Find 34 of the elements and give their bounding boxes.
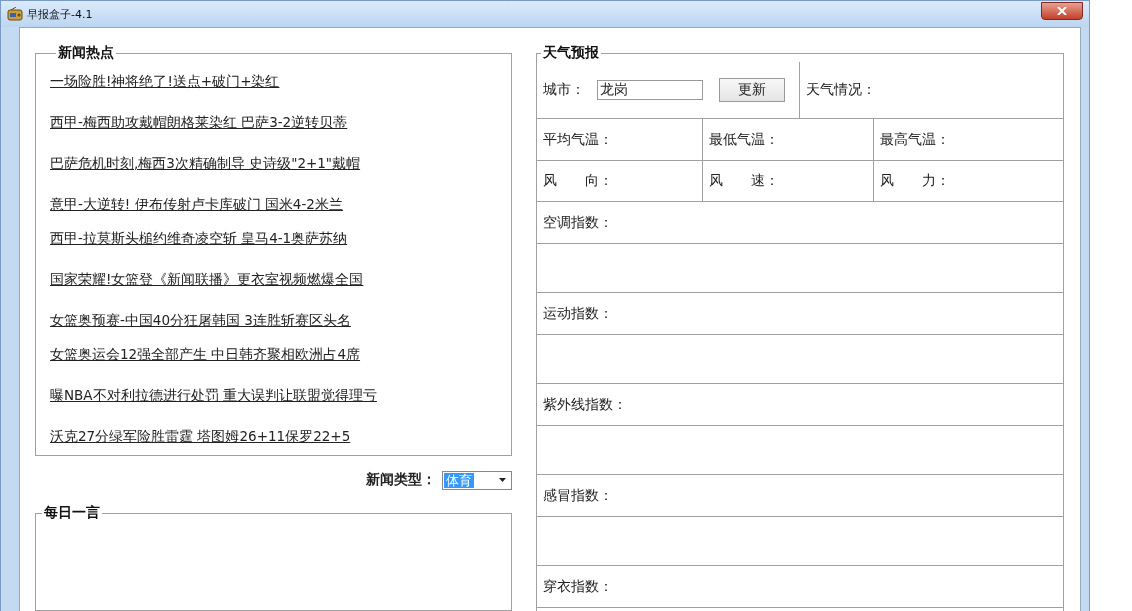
news-link[interactable]: 巴萨危机时刻,梅西3次精确制导 史诗级"2+1"戴帽 bbox=[50, 154, 361, 172]
weather-condition-label: 天气情况： bbox=[806, 81, 876, 99]
city-label: 城市： bbox=[543, 81, 585, 99]
window-title: 早报盒子-4.1 bbox=[27, 6, 93, 22]
news-type-label: 新闻类型： bbox=[366, 471, 436, 489]
news-link[interactable]: 一场险胜!神将绝了!送点+破门+染红 bbox=[50, 72, 280, 90]
news-link[interactable]: 女篮奥预赛-中国40分狂屠韩国 3连胜斩赛区头名 bbox=[50, 311, 351, 329]
dropdown-arrow-icon bbox=[499, 478, 506, 482]
temperature-label: 最低气温： bbox=[709, 130, 779, 149]
wind-label: 风 向： bbox=[543, 172, 613, 190]
group-title: 新闻热点 bbox=[57, 44, 115, 62]
wind-label: 风 速： bbox=[709, 172, 779, 190]
index-label: 紫外线指数： bbox=[543, 395, 627, 414]
news-link[interactable]: 女篮奥运会12强全部产生 中日韩齐聚相欧洲占4席 bbox=[50, 345, 361, 363]
news-link[interactable]: 意甲-大逆转! 伊布传射卢卡库破门 国米4-2米兰 bbox=[50, 195, 343, 213]
news-link[interactable]: 沃克27分绿军险胜雷霆 塔图姆26+11保罗22+5 bbox=[50, 427, 351, 445]
wind-label: 风 力： bbox=[880, 172, 950, 190]
news-link[interactable]: 西甲-梅西助攻戴帽朗格莱染红 巴萨3-2逆转贝蒂 bbox=[50, 113, 348, 131]
index-label: 穿衣指数： bbox=[543, 577, 613, 596]
radio-icon bbox=[7, 7, 23, 21]
news-link[interactable]: 西甲-拉莫斯头槌约维奇凌空斩 皇马4-1奥萨苏纳 bbox=[50, 229, 348, 247]
temperature-label: 平均气温： bbox=[543, 130, 613, 149]
index-label: 感冒指数： bbox=[543, 486, 613, 505]
index-label: 空调指数： bbox=[543, 213, 613, 232]
group-title: 每日一言 bbox=[43, 504, 101, 522]
index-label: 运动指数： bbox=[543, 304, 613, 323]
news-link[interactable]: 曝NBA不对利拉德进行处罚 重大误判让联盟觉得理亏 bbox=[50, 386, 377, 404]
close-button[interactable] bbox=[1041, 2, 1083, 20]
close-icon bbox=[1057, 7, 1067, 15]
temperature-label: 最高气温： bbox=[880, 130, 950, 149]
update-button[interactable]: 更新 bbox=[719, 78, 785, 102]
city-field[interactable]: 龙岗 bbox=[597, 80, 703, 100]
news-link[interactable]: 国家荣耀!女篮登《新闻联播》更衣室视频燃爆全国 bbox=[50, 270, 364, 288]
group-title: 天气预报 bbox=[542, 44, 600, 62]
